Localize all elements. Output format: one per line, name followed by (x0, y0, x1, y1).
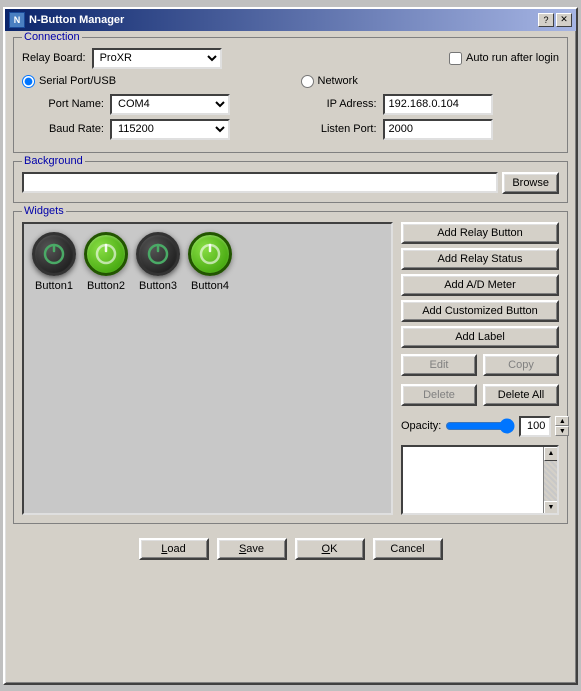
button1-icon (32, 232, 76, 276)
delete-button[interactable]: Delete (401, 384, 477, 406)
auto-run-label[interactable]: Auto run after login (449, 52, 559, 65)
load-underline: Load (161, 543, 185, 555)
widget-button3[interactable]: Button3 (136, 232, 180, 292)
background-group-label: Background (22, 155, 85, 167)
ip-address-label: IP Adress: (301, 98, 377, 110)
opacity-label: Opacity: (401, 420, 441, 432)
widget-button1[interactable]: Button1 (32, 232, 76, 292)
opacity-spinner: ▲ ▼ (555, 416, 569, 436)
browse-button[interactable]: Browse (502, 172, 559, 194)
window-title: N-Button Manager (29, 14, 124, 26)
add-label-button[interactable]: Add Label (401, 326, 559, 348)
serial-radio-label[interactable]: Serial Port/USB (22, 75, 116, 88)
cancel-button[interactable]: Cancel (373, 538, 443, 560)
action-row-2: Delete Delete All (401, 384, 559, 406)
serial-radio[interactable] (22, 75, 35, 88)
background-path-input[interactable] (22, 172, 498, 193)
add-ad-meter-button[interactable]: Add A/D Meter (401, 274, 559, 296)
widget-button-panel: Add Relay Button Add Relay Status Add A/… (401, 222, 559, 515)
main-window: N N-Button Manager ? ✕ Connection Relay … (3, 7, 578, 685)
help-button[interactable]: ? (538, 13, 554, 27)
title-bar-left: N N-Button Manager (9, 12, 124, 28)
widget-text-area[interactable]: ▲ ▼ (401, 445, 559, 515)
auto-run-checkbox[interactable] (449, 52, 462, 65)
button2-label: Button2 (87, 280, 125, 292)
button3-label: Button3 (139, 280, 177, 292)
button4-label: Button4 (191, 280, 229, 292)
load-button[interactable]: Load (139, 538, 209, 560)
network-radio[interactable] (301, 75, 314, 88)
opacity-up[interactable]: ▲ (555, 416, 569, 426)
save-button[interactable]: Save (217, 538, 287, 560)
ok-button[interactable]: OK (295, 538, 365, 560)
title-buttons: ? ✕ (538, 13, 572, 27)
connection-group-label: Connection (22, 31, 82, 43)
listen-port-input[interactable] (383, 119, 493, 140)
add-relay-button[interactable]: Add Relay Button (401, 222, 559, 244)
widget-button2[interactable]: Button2 (84, 232, 128, 292)
add-customized-button[interactable]: Add Customized Button (401, 300, 559, 322)
opacity-slider[interactable] (445, 418, 515, 434)
opacity-input[interactable] (519, 416, 551, 437)
port-name-select[interactable]: COM4 (110, 94, 230, 115)
baud-rate-label: Baud Rate: (32, 123, 104, 135)
scrollbar[interactable]: ▲ ▼ (543, 447, 557, 513)
baud-rate-select[interactable]: 115200 (110, 119, 230, 140)
action-row-1: Edit Copy (401, 354, 559, 376)
bottom-buttons: Load Save OK Cancel (13, 532, 568, 566)
button4-icon (188, 232, 232, 276)
scrollbar-track (544, 461, 557, 501)
relay-board-select[interactable]: ProXR (92, 48, 222, 69)
scrollbar-up[interactable]: ▲ (544, 447, 558, 461)
edit-button[interactable]: Edit (401, 354, 477, 376)
opacity-down[interactable]: ▼ (555, 426, 569, 436)
button2-icon (84, 232, 128, 276)
delete-all-button[interactable]: Delete All (483, 384, 559, 406)
button1-label: Button1 (35, 280, 73, 292)
widget-canvas[interactable]: Button1 Button2 (22, 222, 393, 515)
widgets-group-label: Widgets (22, 205, 66, 217)
listen-port-label: Listen Port: (301, 123, 377, 135)
relay-board-label: Relay Board: (22, 52, 86, 64)
port-name-label: Port Name: (32, 98, 104, 110)
ok-underline: OK (322, 543, 338, 555)
add-relay-status-button[interactable]: Add Relay Status (401, 248, 559, 270)
opacity-row: Opacity: ▲ ▼ (401, 416, 559, 437)
copy-button[interactable]: Copy (483, 354, 559, 376)
save-underline: Save (239, 543, 264, 555)
background-group: Background Browse (13, 161, 568, 203)
scrollbar-down[interactable]: ▼ (544, 501, 558, 515)
widgets-group: Widgets Button1 (13, 211, 568, 524)
button3-icon (136, 232, 180, 276)
app-icon: N (9, 12, 25, 28)
close-button[interactable]: ✕ (556, 13, 572, 27)
ip-address-input[interactable] (383, 94, 493, 115)
network-radio-label[interactable]: Network (301, 75, 358, 88)
widget-button4[interactable]: Button4 (188, 232, 232, 292)
connection-group: Connection Relay Board: ProXR Auto run a… (13, 37, 568, 153)
title-bar: N N-Button Manager ? ✕ (5, 9, 576, 31)
